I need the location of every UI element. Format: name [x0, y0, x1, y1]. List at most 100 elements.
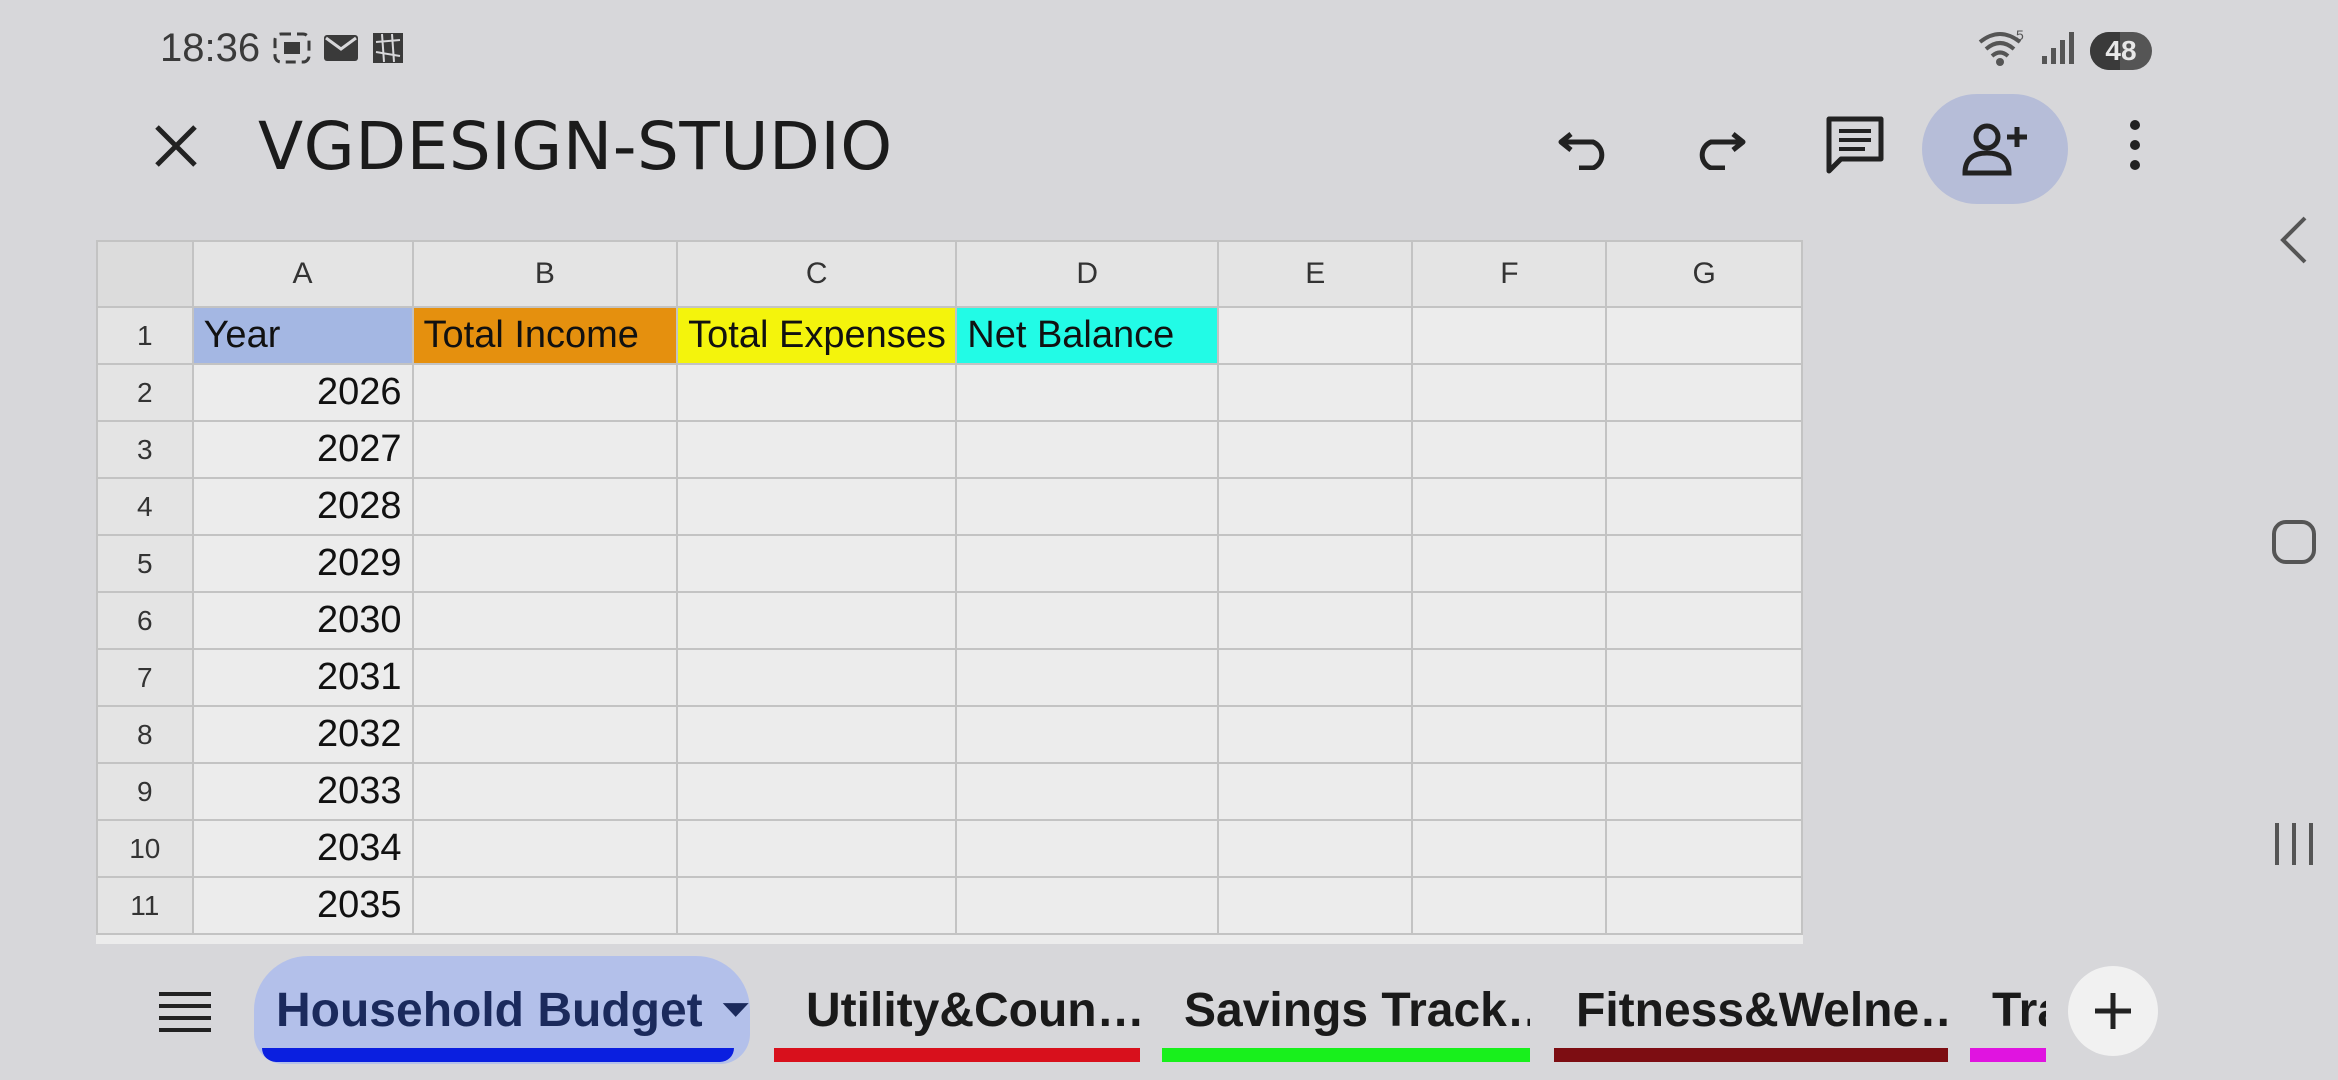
cell-empty[interactable]: [955, 363, 1220, 422]
cell-empty[interactable]: [1217, 762, 1414, 821]
row-number[interactable]: 5: [96, 534, 194, 593]
cell-empty[interactable]: [411, 591, 679, 650]
cell-empty[interactable]: [411, 876, 679, 935]
cell-empty[interactable]: [676, 705, 958, 764]
redo-button[interactable]: [1674, 100, 1764, 190]
cell-empty[interactable]: [1605, 591, 1803, 650]
cell-empty[interactable]: [1217, 420, 1414, 479]
cell-empty[interactable]: [1605, 534, 1803, 593]
row-number[interactable]: 4: [96, 477, 194, 536]
cell-empty[interactable]: [1411, 477, 1608, 536]
cell-empty[interactable]: [1217, 591, 1414, 650]
cell-empty[interactable]: [1411, 591, 1608, 650]
cell-empty[interactable]: [1605, 420, 1803, 479]
cell-year[interactable]: 2030: [191, 591, 414, 650]
cell-empty[interactable]: [676, 819, 958, 878]
column-header-g[interactable]: G: [1605, 240, 1803, 308]
cell-empty[interactable]: [1411, 363, 1608, 422]
cell-empty[interactable]: [676, 363, 958, 422]
cell-year[interactable]: 2032: [191, 705, 414, 764]
cell-empty[interactable]: [955, 420, 1220, 479]
cell-empty[interactable]: [411, 363, 679, 422]
cell-empty[interactable]: [1605, 819, 1803, 878]
nav-recents-button[interactable]: [2262, 812, 2326, 876]
row-number[interactable]: 11: [96, 876, 194, 935]
row-number[interactable]: 3: [96, 420, 194, 479]
row-number[interactable]: 7: [96, 648, 194, 707]
cell-empty[interactable]: [1605, 876, 1803, 935]
cell-empty[interactable]: [676, 420, 958, 479]
cell-empty[interactable]: [1605, 363, 1803, 422]
cell-empty[interactable]: [955, 762, 1220, 821]
share-button[interactable]: [1922, 94, 2068, 204]
add-sheet-button[interactable]: [2068, 966, 2158, 1056]
cell-empty[interactable]: [1605, 648, 1803, 707]
sheet-tab-fitness[interactable]: Fitness&Welne…: [1554, 956, 1948, 1064]
cell-empty[interactable]: [1605, 762, 1803, 821]
sheet-tab-savings[interactable]: Savings Track…: [1162, 956, 1530, 1064]
cell-empty[interactable]: [1411, 762, 1608, 821]
close-button[interactable]: [142, 112, 210, 180]
cell-e1[interactable]: [1217, 306, 1414, 365]
cell-empty[interactable]: [955, 819, 1220, 878]
cell-year[interactable]: 2027: [191, 420, 414, 479]
cell-empty[interactable]: [955, 534, 1220, 593]
cell-empty[interactable]: [676, 762, 958, 821]
spreadsheet-grid[interactable]: A B C D E F G 1 Year Total Income Total …: [96, 240, 1803, 944]
cell-year[interactable]: 2026: [191, 363, 414, 422]
cell-empty[interactable]: [411, 762, 679, 821]
column-header-c[interactable]: C: [676, 240, 958, 308]
cell-a1[interactable]: Year: [191, 306, 414, 365]
cell-empty[interactable]: [1411, 534, 1608, 593]
cell-d1[interactable]: Net Balance: [955, 306, 1220, 365]
sheet-tab-utility[interactable]: Utility&Coun…: [774, 956, 1140, 1064]
cell-empty[interactable]: [411, 648, 679, 707]
document-title[interactable]: VGDESIGN-STUDIO: [258, 108, 893, 185]
column-header-f[interactable]: F: [1411, 240, 1608, 308]
cell-empty[interactable]: [955, 648, 1220, 707]
column-header-a[interactable]: A: [191, 240, 414, 308]
cell-empty[interactable]: [1411, 876, 1608, 935]
cell-empty[interactable]: [1217, 363, 1414, 422]
cell-empty[interactable]: [955, 705, 1220, 764]
cell-empty[interactable]: [676, 876, 958, 935]
column-header-d[interactable]: D: [955, 240, 1220, 308]
cell-empty[interactable]: [676, 648, 958, 707]
all-sheets-button[interactable]: [150, 980, 220, 1044]
undo-button[interactable]: [1540, 100, 1630, 190]
cell-empty[interactable]: [411, 534, 679, 593]
sheet-tab-partial[interactable]: Tra: [1970, 956, 2046, 1064]
cell-b1[interactable]: Total Income: [411, 306, 679, 365]
column-header-b[interactable]: B: [411, 240, 679, 308]
row-number[interactable]: 6: [96, 591, 194, 650]
row-number[interactable]: 1: [96, 306, 194, 365]
cell-empty[interactable]: [411, 477, 679, 536]
row-number[interactable]: 8: [96, 705, 194, 764]
sheet-tab-household-budget[interactable]: Household Budget: [254, 956, 750, 1064]
cell-empty[interactable]: [1217, 705, 1414, 764]
cell-empty[interactable]: [955, 591, 1220, 650]
row-number[interactable]: 10: [96, 819, 194, 878]
cell-empty[interactable]: [676, 591, 958, 650]
cell-empty[interactable]: [1217, 477, 1414, 536]
cell-empty[interactable]: [411, 705, 679, 764]
cell-empty[interactable]: [1411, 648, 1608, 707]
cell-year[interactable]: 2035: [191, 876, 414, 935]
cell-year[interactable]: 2033: [191, 762, 414, 821]
cell-empty[interactable]: [1411, 420, 1608, 479]
more-options-button[interactable]: [2090, 100, 2180, 190]
cell-year[interactable]: 2031: [191, 648, 414, 707]
cell-c1[interactable]: Total Expenses: [676, 306, 958, 365]
cell-empty[interactable]: [676, 534, 958, 593]
cell-f1[interactable]: [1411, 306, 1608, 365]
column-header-e[interactable]: E: [1217, 240, 1414, 308]
cell-empty[interactable]: [411, 420, 679, 479]
cell-empty[interactable]: [1411, 819, 1608, 878]
cell-g1[interactable]: [1605, 306, 1803, 365]
cell-empty[interactable]: [1217, 876, 1414, 935]
cell-year[interactable]: 2034: [191, 819, 414, 878]
cell-empty[interactable]: [1411, 705, 1608, 764]
comment-button[interactable]: [1810, 100, 1900, 190]
cell-empty[interactable]: [411, 819, 679, 878]
nav-home-button[interactable]: [2262, 510, 2326, 574]
